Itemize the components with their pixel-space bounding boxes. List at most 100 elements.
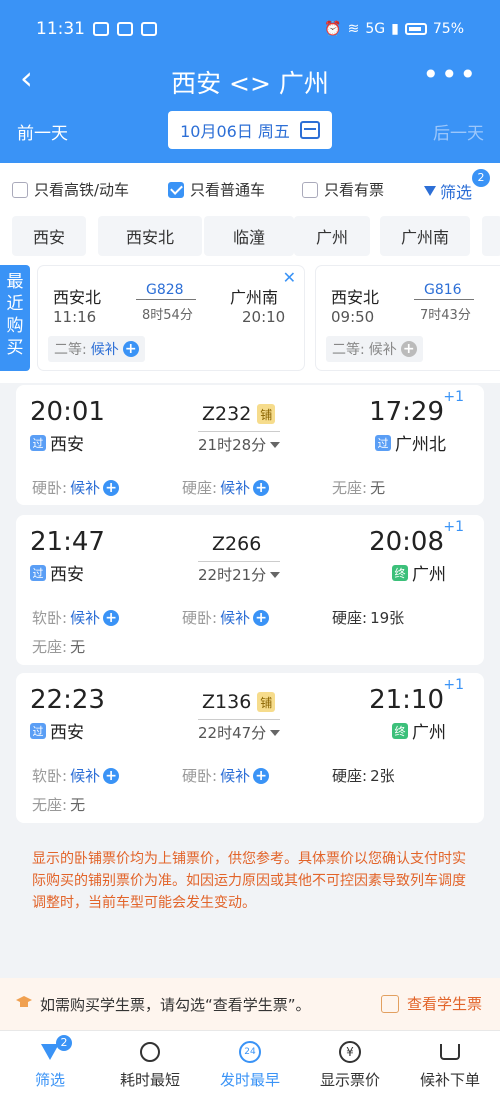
filter-label: 只看普通车 — [190, 181, 266, 199]
train-card-z232[interactable]: 20:01 17:29 +1 过 西安 过 广州北 Z232 铺 21时28分 … — [16, 385, 484, 505]
seat-name: 硬座: — [332, 767, 368, 785]
next-day-mark: +1 — [443, 519, 464, 535]
arrival-station: 终 广州 — [392, 718, 446, 743]
next-day-button[interactable]: 后一天 — [433, 119, 484, 144]
departure-time: 20:01 — [30, 397, 105, 427]
seat-yingwo[interactable]: 硬卧: 候补 + — [32, 477, 120, 498]
tab-show-price[interactable]: ¥ 显示票价 — [300, 1039, 400, 1090]
battery-level: 75% — [432, 21, 464, 37]
recent-card-1[interactable]: 西安北 11:16 G828 8时54分 广州南 20:10 二等: 候补 + … — [38, 266, 304, 370]
nfc-icon — [93, 22, 109, 36]
seat-yingwo[interactable]: 硬卧: 候补 + — [182, 607, 270, 628]
recent-purchase-tag: 最近购买 — [0, 265, 30, 371]
date-picker[interactable]: 10月06日 周五 — [168, 111, 332, 149]
train-card-z136[interactable]: 22:23 21:10 +1 过 西安 终 广州 Z136 铺 22时47分 软… — [16, 673, 484, 823]
seat-name: 无座: — [32, 796, 68, 814]
signal-label: 5G — [365, 21, 386, 37]
train-no-text: Z232 — [202, 403, 252, 425]
filter-count-badge: 2 — [472, 169, 490, 187]
battery-icon — [404, 23, 427, 35]
tab-label: 发时最早 — [219, 1071, 280, 1089]
recent-duration: 8时54分 — [142, 308, 193, 323]
train-number: Z136 铺 — [202, 691, 276, 713]
seat-name: 无座: — [332, 479, 368, 497]
seat-name: 硬座: — [332, 609, 368, 627]
seat-name: 硬卧: — [32, 479, 68, 497]
tab-filter[interactable]: 2 筛选 — [0, 1035, 100, 1090]
pass-tag: 过 — [30, 722, 46, 739]
recent-from: 西安北 — [53, 288, 102, 307]
seat-name: 硬卧: — [182, 609, 218, 627]
seat-status: 候补 — [70, 609, 101, 627]
seat-status: 候补 — [220, 609, 251, 627]
yen-icon: ¥ — [339, 1041, 361, 1063]
tab-label: 显示票价 — [319, 1071, 380, 1089]
station-name: 西安 — [50, 565, 84, 585]
recent-seat[interactable]: 二等: 候补 + — [48, 336, 145, 362]
station-name: 广州 — [412, 565, 446, 585]
train-number: Z232 铺 — [202, 403, 276, 425]
app-notification-icon — [117, 22, 133, 36]
tab-waitlist-order[interactable]: 候补下单 — [400, 1039, 500, 1090]
add-icon: + — [103, 479, 120, 496]
dropdown-icon — [270, 571, 281, 578]
checkbox-icon — [302, 181, 318, 198]
recent-from-time: 11:16 — [53, 308, 97, 326]
header: 11:31 ⏰ ≋ 5G ▮ 75% ‹ 西安 <> 广州 ••• 前一天 10… — [0, 0, 500, 163]
seat-status: 候补 — [220, 479, 251, 497]
recent-train-no: G828 — [146, 282, 184, 298]
recent-card-2[interactable]: 西安北 09:50 G816 7时43分 二等: 候补 + — [316, 266, 500, 370]
filter-youpiao-checkbox[interactable]: 只看有票 — [302, 179, 384, 200]
station-chip-overflow[interactable] — [482, 216, 500, 256]
seat-status: 无 — [370, 479, 386, 497]
station-chip[interactable]: 西安 — [12, 216, 86, 256]
seat-name: 二等: — [332, 342, 365, 358]
wifi-icon: ≋ — [347, 21, 360, 37]
date-label: 10月06日 周五 — [180, 122, 290, 141]
seat-yingzuo[interactable]: 硬座: 候补 + — [182, 477, 270, 498]
train-card-z266[interactable]: 21:47 20:08 +1 过 西安 终 广州 Z266 22时21分 软卧:… — [16, 515, 484, 665]
student-check-label: 查看学生票 — [406, 995, 482, 1013]
student-ticket-checkbox[interactable]: 查看学生票 — [380, 993, 482, 1014]
sleeper-badge: 铺 — [257, 404, 276, 424]
filter-putong-checkbox[interactable]: 只看普通车 — [168, 179, 265, 200]
station-chip[interactable]: 临潼 — [204, 216, 294, 256]
sleeper-badge: 铺 — [257, 692, 276, 712]
seat-name: 无座: — [32, 638, 68, 656]
seat-status: 2张 — [370, 767, 395, 785]
arrow-icon — [414, 299, 474, 300]
departure-time: 22:23 — [30, 685, 105, 715]
tab-earliest[interactable]: 24 发时最早 — [200, 1039, 300, 1090]
station-name: 广州北 — [395, 435, 446, 455]
duration-toggle[interactable]: 22时21分 — [198, 561, 281, 585]
seat-name: 硬卧: — [182, 767, 218, 785]
filter-label: 只看高铁/动车 — [34, 181, 130, 199]
seat-yingzuo[interactable]: 硬座: 2张 — [332, 765, 395, 786]
seat-name: 二等: — [54, 342, 87, 358]
station-chip[interactable]: 广州 — [294, 216, 370, 256]
seat-yingzuo[interactable]: 硬座: 19张 — [332, 607, 404, 628]
filter-button[interactable]: 筛选 2 — [423, 169, 490, 203]
add-icon: + — [253, 609, 270, 626]
close-icon[interactable]: ✕ — [283, 268, 296, 287]
student-hint: 如需购买学生票，请勾选“查看学生票”。 — [40, 996, 311, 1014]
station-chip[interactable]: 西安北 — [98, 216, 202, 256]
train-no-text: Z266 — [212, 533, 262, 555]
add-icon: + — [253, 767, 270, 784]
seat-ruanwo[interactable]: 软卧: 候补 + — [32, 765, 120, 786]
seat-ruanwo[interactable]: 软卧: 候补 + — [32, 607, 120, 628]
train-no-text: Z136 — [202, 691, 252, 713]
recent-seat[interactable]: 二等: 候补 + — [326, 336, 423, 362]
recent-train-no: G816 — [424, 282, 462, 298]
station-chip[interactable]: 广州南 — [380, 216, 470, 256]
filter-gaotie-checkbox[interactable]: 只看高铁/动车 — [12, 179, 129, 200]
arrival-station: 过 广州北 — [375, 430, 446, 455]
duration-toggle[interactable]: 22时47分 — [198, 719, 281, 743]
more-icon[interactable]: ••• — [422, 58, 478, 91]
dropdown-icon — [270, 729, 281, 736]
duration-toggle[interactable]: 21时28分 — [198, 431, 281, 455]
seat-yingwo[interactable]: 硬卧: 候补 + — [182, 765, 270, 786]
tab-shortest[interactable]: 耗时最短 — [100, 1039, 200, 1090]
departure-station: 过 西安 — [30, 560, 84, 585]
prev-day-button[interactable]: 前一天 — [17, 119, 68, 144]
